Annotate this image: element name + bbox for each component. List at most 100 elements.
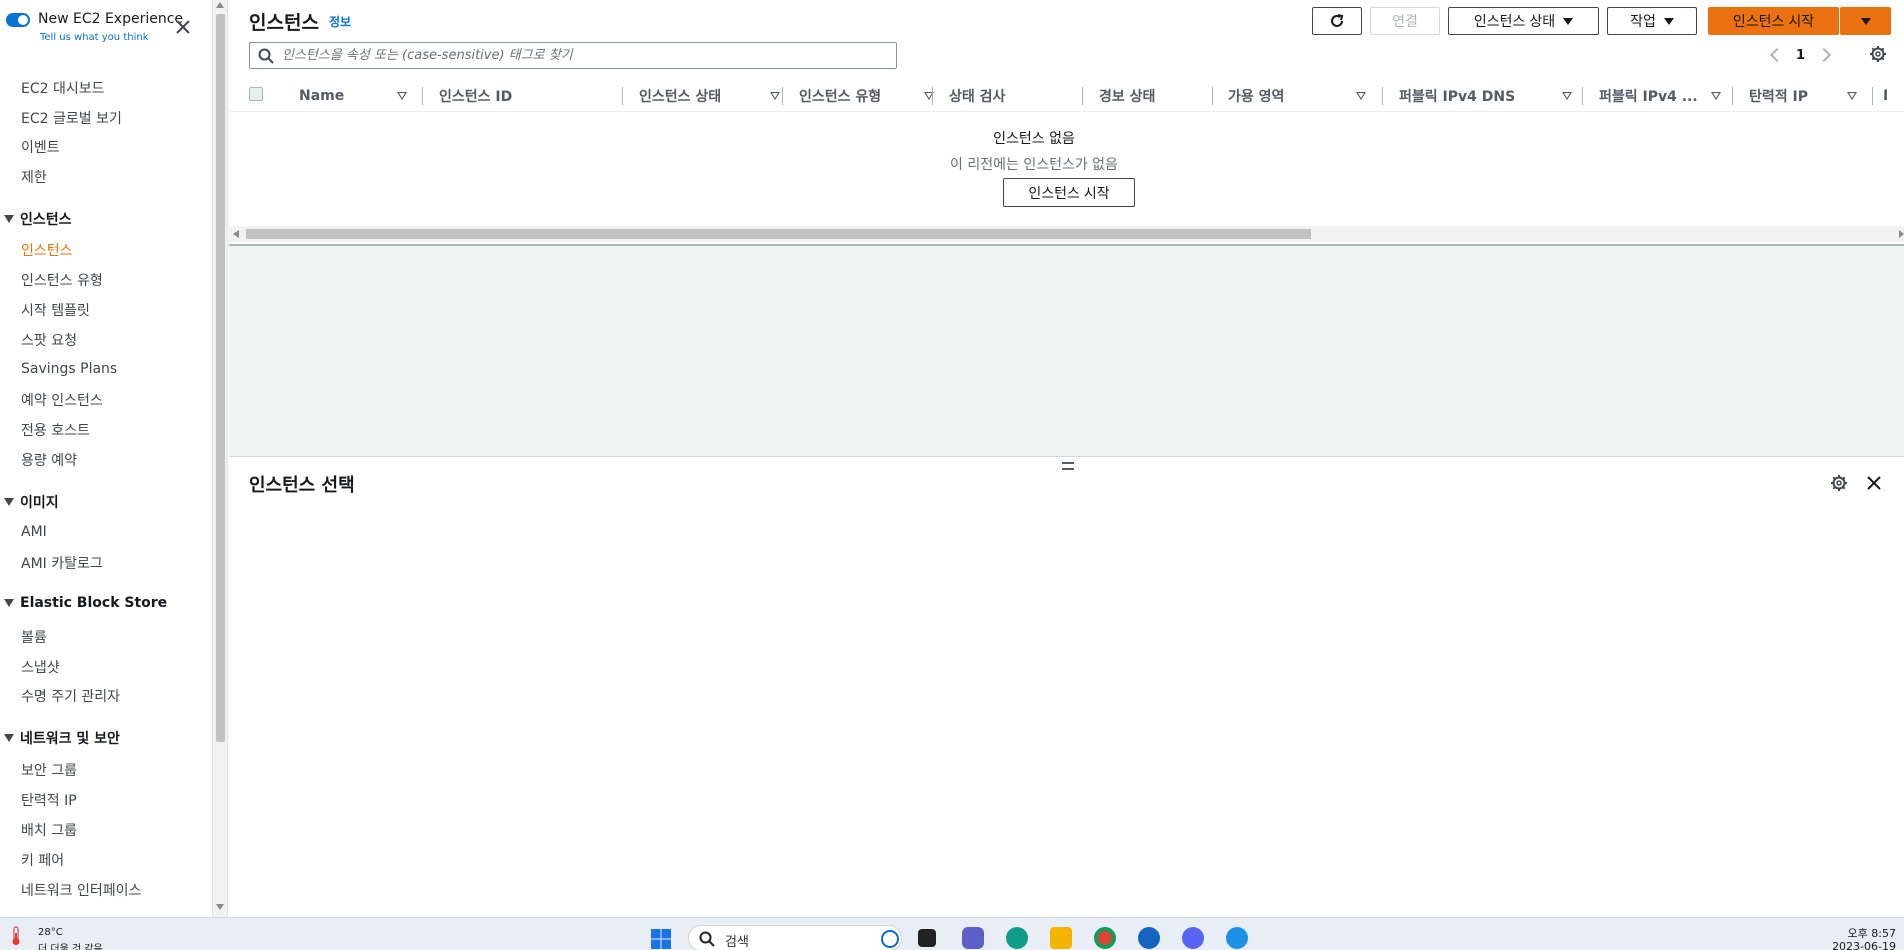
weather-description[interactable]: 더 더울 것 같음 (38, 940, 103, 950)
sidebar-section-network[interactable]: 네트워크 및 보안 (4, 728, 120, 748)
sidebar-item-elastic-ips[interactable]: 탄력적 IP (21, 790, 77, 810)
bing-icon[interactable] (881, 930, 899, 948)
sidebar-item-limits[interactable]: 제한 (21, 167, 47, 187)
column-header-availability-zone[interactable]: 가용 영역 (1228, 80, 1393, 112)
sidebar-item-key-pairs[interactable]: 키 페어 (21, 850, 64, 870)
chevron-right-icon[interactable] (1816, 47, 1832, 63)
sidebar-item-events[interactable]: 이벤트 (21, 137, 60, 157)
weather-temperature[interactable]: 28°C (38, 927, 63, 938)
sidebar-section-instances[interactable]: 인스턴스 (4, 209, 72, 229)
column-header-name[interactable]: Name (299, 80, 409, 112)
sort-icon[interactable] (397, 92, 407, 100)
column-header-instance-id[interactable]: 인스턴스 ID (439, 80, 634, 112)
launch-options-dropdown[interactable] (1840, 7, 1891, 35)
clock-time[interactable]: 오후 8:57 (1820, 925, 1896, 941)
column-divider[interactable] (1732, 87, 1733, 105)
connect-button[interactable]: 연결 (1370, 7, 1440, 35)
column-header-public-ipv4-address[interactable]: 퍼블릭 IPv4 ... (1599, 80, 1724, 112)
thermometer-icon[interactable] (10, 926, 22, 946)
sidebar-section-images[interactable]: 이미지 (4, 492, 59, 512)
column-divider[interactable] (1872, 87, 1873, 105)
column-header-public-ipv4-dns[interactable]: 퍼블릭 IPv4 DNS (1399, 80, 1579, 112)
edge-icon[interactable] (1006, 927, 1028, 949)
scroll-up-icon[interactable] (216, 2, 224, 8)
close-icon[interactable] (172, 16, 194, 38)
sidebar-item-reserved-instances[interactable]: 예약 인스턴스 (21, 390, 103, 410)
sidebar-item-ec2-global-view[interactable]: EC2 글로벌 보기 (21, 108, 122, 128)
windows-start-icon[interactable] (650, 928, 672, 950)
toggle-icon[interactable] (6, 13, 30, 27)
sort-icon[interactable] (1562, 92, 1572, 100)
info-link[interactable]: 정보 (329, 13, 351, 30)
sidebar-item-dedicated-hosts[interactable]: 전용 호스트 (21, 420, 90, 440)
scrollbar-thumb[interactable] (216, 14, 225, 742)
sidebar-item-security-groups[interactable]: 보안 그룹 (21, 760, 77, 780)
gear-icon[interactable] (1830, 474, 1848, 492)
column-header-instance-type[interactable]: 인스턴스 유형 (799, 80, 939, 112)
taskbar-search[interactable]: 검색 (688, 925, 902, 950)
sidebar-item-volumes[interactable]: 볼륨 (21, 627, 47, 647)
folder-icon[interactable] (1050, 927, 1072, 949)
column-divider[interactable] (932, 87, 933, 105)
refresh-icon (1331, 14, 1344, 27)
sidebar-item-network-interfaces[interactable]: 네트워크 인터페이스 (21, 880, 141, 900)
column-header-alarm-status[interactable]: 경보 상태 (1099, 80, 1209, 112)
sidebar-section-ebs[interactable]: Elastic Block Store (4, 595, 167, 611)
sidebar-item-capacity-reservations[interactable]: 용량 예약 (21, 450, 77, 470)
sidebar-item-spot-requests[interactable]: 스팟 요청 (21, 330, 77, 350)
sidebar-item-instance-types[interactable]: 인스턴스 유형 (21, 270, 103, 290)
column-divider[interactable] (1212, 87, 1213, 105)
page-number[interactable]: 1 (1796, 48, 1805, 63)
docker-icon[interactable] (1226, 927, 1248, 949)
column-divider[interactable] (1082, 87, 1083, 105)
search-field[interactable] (249, 42, 897, 69)
feedback-link[interactable]: Tell us what you think (40, 32, 149, 43)
scroll-left-icon[interactable] (233, 230, 239, 238)
sidebar-item-savings-plans[interactable]: Savings Plans (21, 361, 117, 377)
column-divider[interactable] (1582, 87, 1583, 105)
gear-icon[interactable] (1869, 45, 1887, 63)
column-divider[interactable] (1382, 87, 1383, 105)
task-view-icon[interactable] (918, 929, 936, 947)
search-input[interactable] (282, 45, 882, 66)
sidebar-item-lifecycle-manager[interactable]: 수명 주기 관리자 (21, 686, 120, 706)
empty-launch-instances-button[interactable]: 인스턴스 시작 (1003, 178, 1135, 207)
column-header-overflow[interactable]: I (1883, 80, 1903, 112)
sort-icon[interactable] (770, 92, 780, 100)
actions-button[interactable]: 작업 (1607, 7, 1697, 35)
sort-icon[interactable] (1847, 92, 1857, 100)
teams-icon[interactable] (962, 927, 984, 949)
clock-date[interactable]: 2023-06-19 (1820, 940, 1896, 950)
column-divider[interactable] (622, 87, 623, 105)
chevron-left-icon[interactable] (1769, 47, 1785, 63)
scroll-right-icon[interactable] (1899, 230, 1904, 238)
sort-icon[interactable] (1356, 92, 1366, 100)
horizontal-scrollbar[interactable] (229, 226, 1904, 242)
column-divider[interactable] (782, 87, 783, 105)
sidebar-item-instances[interactable]: 인스턴스 (21, 240, 73, 260)
sort-icon[interactable] (1711, 92, 1721, 100)
taskbar-search-label: 검색 (725, 935, 749, 950)
chrome-icon[interactable] (1094, 927, 1116, 949)
instance-state-button[interactable]: 인스턴스 상태 (1448, 7, 1599, 35)
sidebar-item-ami-catalog[interactable]: AMI 카탈로그 (21, 553, 103, 573)
discord-icon[interactable] (1182, 927, 1204, 949)
select-all-checkbox[interactable] (249, 87, 263, 101)
sidebar-item-placement-groups[interactable]: 배치 그룹 (21, 820, 77, 840)
column-divider[interactable] (422, 87, 423, 105)
app-icon[interactable] (1138, 927, 1160, 949)
sidebar-item-snapshots[interactable]: 스냅샷 (21, 657, 60, 677)
scroll-down-icon[interactable] (216, 904, 224, 910)
column-header-status-check[interactable]: 상태 검사 (949, 80, 1069, 112)
column-header-elastic-ip[interactable]: 탄력적 IP (1749, 80, 1869, 112)
column-header-instance-state[interactable]: 인스턴스 상태 (639, 80, 784, 112)
sidebar-item-ami[interactable]: AMI (21, 524, 47, 540)
scrollbar-thumb[interactable] (246, 229, 1311, 239)
refresh-button[interactable] (1312, 7, 1362, 35)
launch-instances-button[interactable]: 인스턴스 시작 (1708, 7, 1839, 35)
sidebar-item-launch-templates[interactable]: 시작 템플릿 (21, 300, 90, 320)
close-icon[interactable] (1866, 475, 1882, 491)
sidebar-item-ec2-dashboard[interactable]: EC2 대시보드 (21, 78, 105, 98)
sidebar-scrollbar[interactable] (213, 0, 228, 917)
drag-handle-icon[interactable] (1062, 462, 1074, 470)
